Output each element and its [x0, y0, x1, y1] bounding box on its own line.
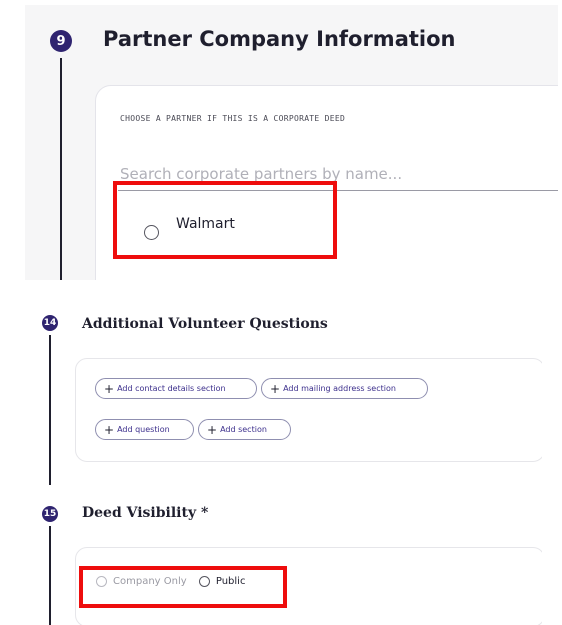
- questions-card: + Add contact details section + Add mail…: [75, 358, 542, 462]
- button-label: Add section: [220, 425, 267, 434]
- plus-icon: +: [207, 422, 218, 437]
- questions-section-title: Additional Volunteer Questions: [82, 316, 328, 332]
- step-badge-15: 15: [42, 506, 58, 522]
- timeline-line: [49, 526, 51, 625]
- add-contact-details-button[interactable]: + Add contact details section: [95, 378, 257, 399]
- plus-icon: +: [270, 381, 281, 396]
- choose-partner-label: CHOOSE A PARTNER IF THIS IS A CORPORATE …: [120, 114, 346, 123]
- highlight-box-visibility: [79, 566, 287, 608]
- step-badge-9: 9: [50, 30, 72, 52]
- button-label: Add contact details section: [117, 384, 226, 393]
- button-label: Add question: [117, 425, 170, 434]
- timeline-line: [60, 58, 62, 280]
- plus-icon: +: [104, 381, 115, 396]
- highlight-box-walmart: [113, 181, 337, 259]
- add-question-button[interactable]: + Add question: [95, 419, 194, 440]
- button-label: Add mailing address section: [283, 384, 396, 393]
- timeline-line: [49, 335, 51, 485]
- step-badge-14: 14: [42, 315, 58, 331]
- partner-section-title: Partner Company Information: [103, 27, 456, 51]
- plus-icon: +: [104, 422, 115, 437]
- add-mailing-address-button[interactable]: + Add mailing address section: [261, 378, 428, 399]
- visibility-section-title: Deed Visibility *: [82, 505, 209, 521]
- add-section-button[interactable]: + Add section: [198, 419, 291, 440]
